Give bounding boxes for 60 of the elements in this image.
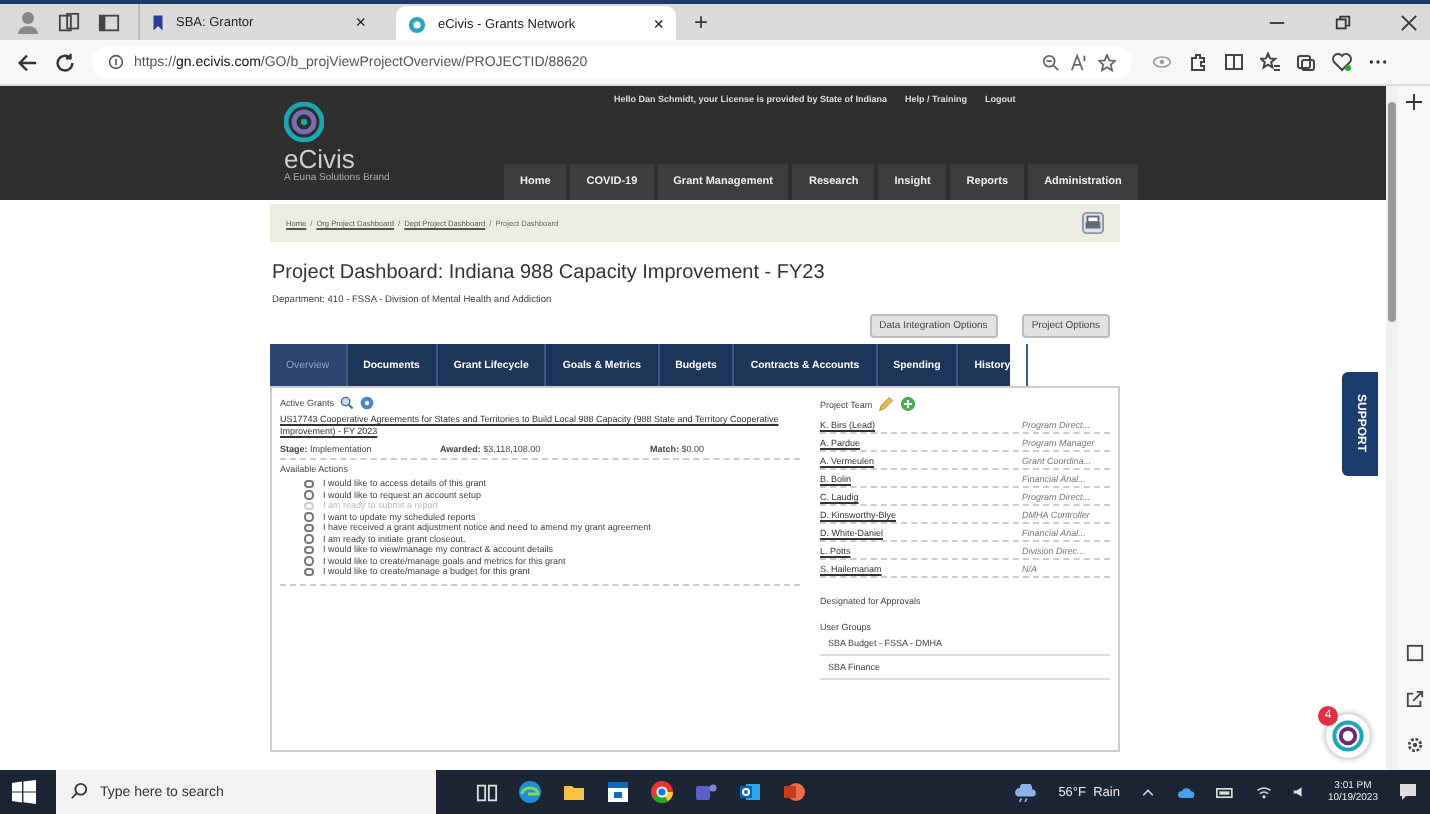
page-title: Project Dashboard: Indiana 988 Capacity Improvement - FY23 [272,262,827,284]
close-icon[interactable] [1400,13,1418,31]
edge-icon[interactable] [518,780,542,804]
heart-icon[interactable] [1332,52,1352,72]
wifi-icon[interactable] [1255,784,1272,800]
profile-icon[interactable] [16,10,40,34]
pencil-icon[interactable] [878,396,895,412]
outlook-icon[interactable] [738,780,762,804]
start-icon[interactable] [12,780,36,804]
bookmark-icon [152,13,164,31]
powerpoint-icon[interactable] [782,780,806,804]
eye-icon[interactable] [1152,54,1172,70]
radio-button[interactable] [304,567,313,576]
radio-button[interactable] [304,534,313,543]
folder-icon[interactable] [562,780,586,804]
favorites-icon[interactable] [1260,52,1280,72]
search-icon[interactable] [340,396,355,410]
workspaces-icon[interactable] [58,11,80,33]
logo-icon [284,102,324,142]
radio-button[interactable] [304,490,313,499]
print-icon[interactable] [1082,212,1104,234]
more-icon[interactable] [1368,58,1388,66]
notifications-icon[interactable] [1398,782,1418,802]
logo-icon [1332,720,1364,752]
chevron-up-icon[interactable] [1139,784,1156,800]
chat-button[interactable] [1326,714,1370,758]
calendar-icon[interactable] [606,780,630,804]
sidebar-toggle-icon[interactable] [1405,644,1423,662]
zoom-icon[interactable] [1042,53,1060,71]
extensions-icon[interactable] [1188,52,1208,72]
restore-icon[interactable] [1334,13,1352,31]
radio-button[interactable] [304,545,313,554]
settings-icon[interactable] [1405,736,1423,754]
add-icon[interactable] [1406,94,1422,110]
tab-actions-icon[interactable] [98,11,120,33]
logo-text[interactable]: eCivis [284,146,355,172]
close-tab-button[interactable]: × [355,12,366,32]
close-tab-button[interactable]: × [653,14,664,34]
search-icon [70,782,88,800]
chrome-icon[interactable] [650,780,674,804]
weather-icon[interactable] [1012,783,1039,801]
read-aloud-icon[interactable] [1070,53,1088,71]
star-icon[interactable] [1098,53,1116,71]
task-view-icon[interactable] [476,781,498,803]
radio-button[interactable] [304,512,313,521]
speaker-icon[interactable] [1291,784,1308,800]
back-icon[interactable] [16,51,38,73]
radio-button[interactable] [304,523,313,532]
split-screen-icon[interactable] [1224,52,1244,72]
scrollbar[interactable] [1386,86,1398,770]
collections-icon[interactable] [1296,52,1316,72]
radio-button[interactable] [304,556,313,565]
radio-button[interactable] [304,479,313,488]
battery-icon[interactable] [1215,785,1236,799]
new-tab-button[interactable]: + [694,8,709,36]
external-link-icon[interactable] [1405,690,1423,708]
refresh-icon[interactable] [54,51,76,73]
teams-icon[interactable] [694,780,718,804]
cloud-icon[interactable] [1175,785,1196,799]
lock-icon [108,54,124,70]
